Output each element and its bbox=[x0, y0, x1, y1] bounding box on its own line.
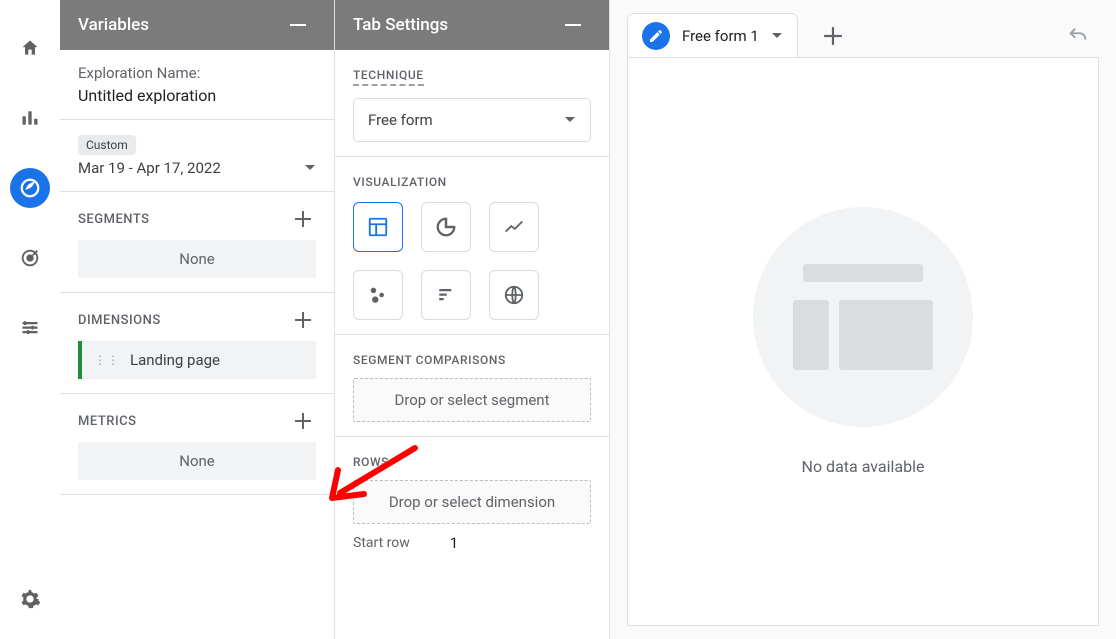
exploration-name-section: Exploration Name: Untitled exploration bbox=[60, 50, 334, 120]
reports-icon[interactable] bbox=[10, 98, 50, 138]
segment-dropzone[interactable]: Drop or select segment bbox=[353, 378, 591, 422]
metrics-label: METRICS bbox=[78, 414, 136, 429]
advertising-icon[interactable] bbox=[10, 238, 50, 278]
add-dimension-button[interactable] bbox=[290, 307, 316, 333]
variables-header: Variables bbox=[60, 0, 334, 50]
variables-panel: Variables Exploration Name: Untitled exp… bbox=[60, 0, 335, 639]
viz-table-button[interactable] bbox=[353, 202, 403, 252]
dimension-chip-label: Landing page bbox=[130, 351, 220, 369]
add-tab-button[interactable] bbox=[813, 16, 853, 56]
segment-comparisons-label: SEGMENT COMPARISONS bbox=[353, 353, 506, 367]
date-range-chip: Custom bbox=[78, 135, 136, 155]
rows-label: ROWS bbox=[353, 455, 389, 469]
canvas-area: Free form 1 No data available bbox=[610, 0, 1116, 639]
date-range-section[interactable]: Custom Mar 19 - Apr 17, 2022 bbox=[60, 120, 334, 192]
tab-settings-panel: Tab Settings TECHNIQUE Free form VISUALI… bbox=[335, 0, 610, 639]
canvas-body: No data available bbox=[628, 58, 1098, 625]
dimension-chip[interactable]: ⋮⋮ Landing page bbox=[78, 341, 316, 379]
tab-settings-header: Tab Settings bbox=[335, 0, 609, 50]
exploration-name-label: Exploration Name: bbox=[78, 64, 316, 82]
admin-gear-icon[interactable] bbox=[10, 579, 50, 619]
home-icon[interactable] bbox=[10, 28, 50, 68]
configure-icon[interactable] bbox=[10, 308, 50, 348]
technique-section: TECHNIQUE Free form bbox=[335, 50, 609, 157]
drag-handle-icon[interactable]: ⋮⋮ bbox=[94, 357, 120, 363]
segments-section: SEGMENTS None bbox=[60, 192, 334, 293]
nav-rail bbox=[0, 0, 60, 639]
chevron-down-icon bbox=[564, 116, 576, 124]
minimize-icon[interactable] bbox=[290, 24, 306, 26]
viz-donut-button[interactable] bbox=[421, 202, 471, 252]
empty-state-icon bbox=[753, 207, 973, 427]
start-row-label: Start row bbox=[353, 535, 410, 551]
visualization-label: VISUALIZATION bbox=[353, 175, 447, 189]
segments-none-chip: None bbox=[78, 240, 316, 278]
canvas-tab[interactable]: Free form 1 bbox=[628, 14, 797, 58]
rows-section: ROWS Drop or select dimension Start row … bbox=[335, 437, 609, 566]
date-range-value: Mar 19 - Apr 17, 2022 bbox=[78, 159, 221, 177]
canvas-tab-bar: Free form 1 bbox=[628, 14, 1098, 58]
explore-icon[interactable] bbox=[10, 168, 50, 208]
panel-title: Tab Settings bbox=[353, 15, 448, 35]
minimize-icon[interactable] bbox=[565, 24, 581, 26]
technique-label: TECHNIQUE bbox=[353, 68, 424, 86]
exploration-name-input[interactable]: Untitled exploration bbox=[78, 86, 316, 105]
undo-button[interactable] bbox=[1060, 18, 1096, 54]
add-metric-button[interactable] bbox=[290, 408, 316, 434]
technique-selected-value: Free form bbox=[368, 111, 433, 129]
segment-comparisons-section: SEGMENT COMPARISONS Drop or select segme… bbox=[335, 335, 609, 437]
dimensions-section: DIMENSIONS ⋮⋮ Landing page bbox=[60, 293, 334, 394]
viz-geo-button[interactable] bbox=[489, 270, 539, 320]
segments-label: SEGMENTS bbox=[78, 212, 150, 227]
viz-line-button[interactable] bbox=[489, 202, 539, 252]
viz-bar-button[interactable] bbox=[421, 270, 471, 320]
viz-scatter-button[interactable] bbox=[353, 270, 403, 320]
panel-title: Variables bbox=[78, 15, 149, 35]
no-data-text: No data available bbox=[802, 457, 925, 476]
metrics-none-chip: None bbox=[78, 442, 316, 480]
pencil-icon bbox=[642, 22, 670, 50]
start-row-value[interactable]: 1 bbox=[450, 534, 458, 552]
dimensions-label: DIMENSIONS bbox=[78, 313, 161, 328]
chevron-down-icon[interactable] bbox=[771, 32, 783, 40]
add-segment-button[interactable] bbox=[290, 206, 316, 232]
metrics-section: METRICS None bbox=[60, 394, 334, 495]
chevron-down-icon[interactable] bbox=[304, 164, 316, 172]
canvas-tab-label: Free form 1 bbox=[682, 27, 759, 45]
technique-select[interactable]: Free form bbox=[353, 98, 591, 142]
rows-dropzone[interactable]: Drop or select dimension bbox=[353, 480, 591, 524]
visualization-section: VISUALIZATION bbox=[335, 157, 609, 335]
